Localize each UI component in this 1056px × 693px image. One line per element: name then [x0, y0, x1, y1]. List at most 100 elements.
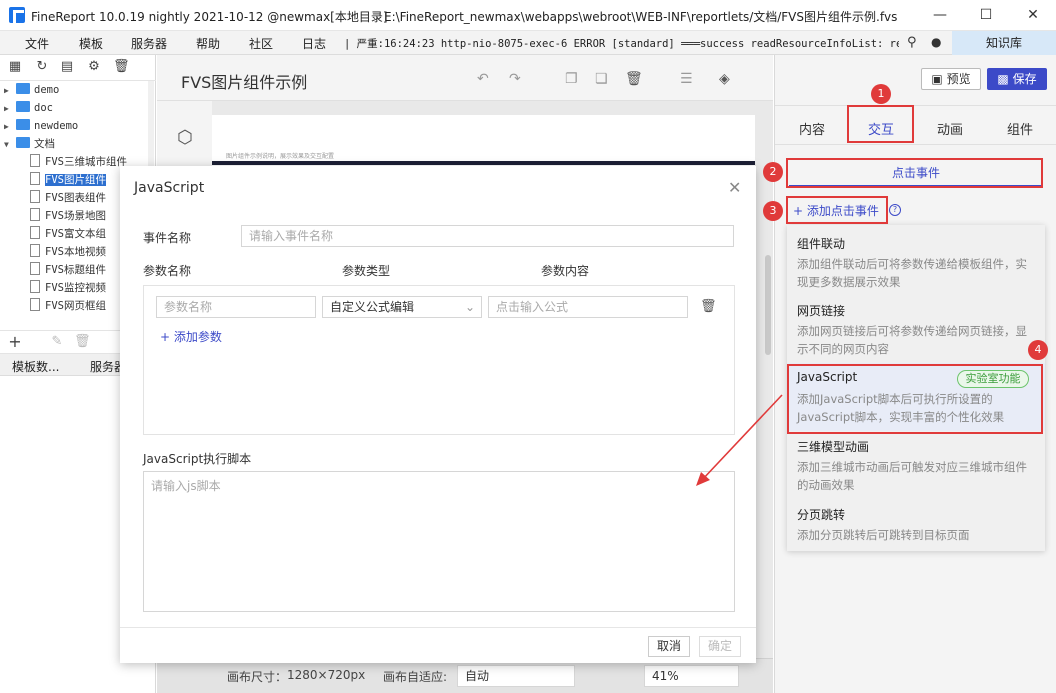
zoom-select[interactable]: 41%	[644, 665, 739, 687]
align-icon[interactable]: ☰	[680, 71, 693, 87]
menu-help[interactable]: 帮助	[196, 35, 220, 52]
save-button[interactable]: ▩ 保存	[987, 68, 1047, 90]
cancel-button[interactable]: 取消	[648, 636, 690, 657]
tree-item-label: FVS标题组件	[45, 264, 106, 276]
menu-item-weblink-title[interactable]: 网页链接	[797, 302, 845, 319]
script-label: JavaScript执行脚本	[143, 452, 252, 466]
title-bar: FineReport 10.0.19 nightly 2021-10-12 @n…	[0, 0, 1056, 31]
param-content-input[interactable]: 点击输入公式	[488, 296, 688, 318]
menu-item-page-jump-desc: 添加分页跳转后可跳转到目标页面	[797, 528, 970, 542]
log-label[interactable]: 日志	[302, 35, 326, 52]
tree-item-label: 文档	[34, 138, 55, 150]
param-type-select[interactable]: 自定义公式编辑 ⌄	[322, 296, 482, 318]
close-window-button[interactable]: ✕	[1010, 0, 1056, 31]
tab-component[interactable]: 组件	[985, 119, 1055, 138]
file-icon	[30, 280, 40, 293]
new-folder-icon[interactable]: ▦	[8, 60, 22, 74]
help-icon[interactable]: ?	[889, 204, 901, 216]
close-icon[interactable]: ✕	[728, 178, 741, 197]
annotation-arrow	[696, 394, 783, 486]
tree-item-label: FVS场景地图	[45, 210, 106, 222]
minimize-button[interactable]: —	[917, 0, 963, 31]
chevron-right-icon[interactable]: ▶	[4, 100, 16, 117]
menu-item-linkage-desc: 添加组件联动后可将参数传递给模板组件，实现更多数据展示效果	[797, 257, 1027, 289]
folder-icon	[16, 83, 30, 94]
param-content-label: 参数内容	[541, 264, 590, 278]
canvas-banner	[212, 161, 755, 165]
menu-file[interactable]: 文件	[25, 35, 49, 52]
redo-icon[interactable]: ↷	[509, 71, 521, 87]
search-icon[interactable]: ⚲	[907, 35, 917, 50]
preview-label: 预览	[946, 72, 971, 86]
save-icon: ▩	[997, 72, 1013, 86]
maximize-button[interactable]: ☐	[963, 0, 1009, 31]
tree-folder[interactable]: ▶ demo	[4, 81, 154, 99]
param-name-input[interactable]: 参数名称	[156, 296, 316, 318]
refresh-icon[interactable]: ↻	[35, 60, 49, 74]
trash-icon[interactable]: 🗑	[74, 335, 91, 349]
tree-folder[interactable]: ▶ doc	[4, 99, 154, 117]
canvas-adapt-select[interactable]: 自动	[457, 665, 575, 687]
add-icon[interactable]: +	[8, 334, 22, 350]
editor-scrollbar[interactable]	[765, 255, 771, 355]
dialog-footer: 取消 确定	[120, 627, 756, 663]
menu-item-linkage-title[interactable]: 组件联动	[797, 235, 845, 252]
canvas-adapt-value: 自动	[465, 669, 490, 683]
menu-community[interactable]: 社区	[249, 35, 273, 52]
editor-header: FVS图片组件示例 ↶ ↷ ❐ ❏ 🗑 ☰ ◈	[157, 55, 773, 101]
ok-button[interactable]: 确定	[699, 636, 741, 657]
editor-footer: 画布尺寸： 1280×720px 画布自适应: 自动 41%	[157, 658, 773, 693]
dialog-title: JavaScript	[134, 180, 205, 196]
menu-item-page-jump-title[interactable]: 分页跳转	[797, 506, 845, 523]
add-param-button[interactable]: + 添加参数	[160, 328, 222, 345]
delete-icon[interactable]: 🗑	[625, 71, 643, 87]
tree-folder[interactable]: ▶ newdemo	[4, 117, 154, 135]
tab-template-dataset[interactable]: 模板数...	[12, 358, 59, 375]
zoom-value: 41%	[652, 669, 679, 683]
script-textarea[interactable]: 请输入js脚本	[143, 471, 735, 612]
tab-animation[interactable]: 动画	[915, 119, 985, 138]
file-icon	[30, 172, 40, 185]
folder-icon	[16, 137, 30, 148]
window-path: E:\FineReport_newmax\webapps\webroot\WEB…	[384, 10, 898, 24]
document-title: FVS图片组件示例	[181, 73, 308, 92]
delete-icon[interactable]: 🗑	[113, 60, 130, 74]
cube-icon[interactable]: ⬡	[177, 127, 193, 148]
knowledge-base-button[interactable]: 知识库	[952, 31, 1056, 55]
edit-icon[interactable]: ✎	[50, 335, 64, 349]
tree-item-label: FVS三维城市组件	[45, 156, 127, 168]
annotation-box-3	[786, 196, 888, 224]
menu-bar: 文件 模板 服务器 帮助 社区 日志 | 严重:16:24:23 http-ni…	[0, 31, 1056, 55]
tree-item-label: newdemo	[34, 120, 79, 132]
monitor-icon: ▣	[931, 72, 947, 86]
tab-content[interactable]: 内容	[777, 119, 847, 138]
event-name-input[interactable]: 请输入事件名称	[241, 225, 734, 247]
preview-button[interactable]: ▣ 预览	[921, 68, 981, 90]
delete-param-icon[interactable]: 🗑	[700, 299, 717, 314]
menu-server[interactable]: 服务器	[131, 35, 167, 52]
tree-item-label: FVS本地视频	[45, 246, 106, 258]
file-icon	[30, 262, 40, 275]
chevron-right-icon[interactable]: ▶	[4, 82, 16, 99]
layer-icon[interactable]: ◈	[719, 71, 730, 87]
annotation-number-2: 2	[763, 162, 783, 182]
paste-icon[interactable]: ❏	[595, 71, 608, 87]
template-icon[interactable]: ▤	[60, 60, 74, 74]
menu-template[interactable]: 模板	[79, 35, 103, 52]
annotation-box-2	[786, 158, 1043, 188]
tree-folder[interactable]: ▼ 文档	[4, 135, 154, 153]
bell-icon[interactable]: ●	[931, 35, 941, 49]
tree-item-label: FVS图片组件	[45, 174, 106, 186]
folder-icon	[16, 119, 30, 130]
file-icon	[30, 298, 40, 311]
settings-icon[interactable]: ⚙	[87, 60, 101, 74]
param-type-label: 参数类型	[342, 264, 391, 278]
tree-item-label: doc	[34, 102, 53, 114]
menu-item-3d-anim-title[interactable]: 三维模型动画	[797, 438, 869, 455]
chevron-right-icon[interactable]: ▶	[4, 118, 16, 135]
chevron-down-icon[interactable]: ▼	[4, 136, 16, 153]
tree-item-label: FVS富文本组	[45, 228, 106, 240]
folder-icon	[16, 101, 30, 112]
copy-icon[interactable]: ❐	[565, 71, 578, 87]
undo-icon[interactable]: ↶	[477, 71, 489, 87]
